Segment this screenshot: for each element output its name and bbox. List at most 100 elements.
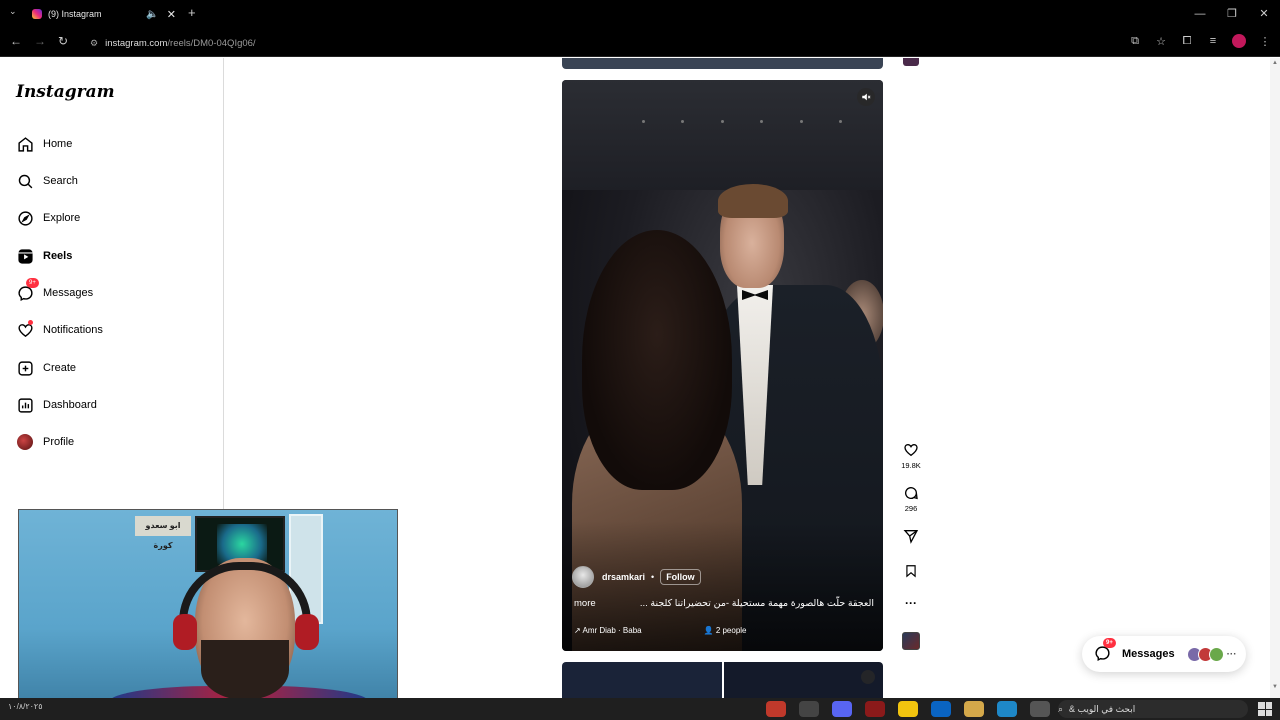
messages-pill-badge: 9+ (1103, 638, 1116, 648)
sidebar-item-explore[interactable]: Explore (16, 206, 80, 230)
scroll-up-arrow-icon[interactable]: ▲ (1272, 60, 1278, 66)
sidebar-item-label: Profile (43, 436, 75, 448)
audio-thumbnail[interactable] (902, 632, 920, 650)
browser-menu-icon[interactable]: ⋮ (1258, 35, 1272, 48)
audio-link[interactable]: ↗ Amr Diab · Baba (574, 626, 642, 635)
sidebar-item-messages[interactable]: 9+ Messages (16, 278, 94, 305)
heart-icon (16, 320, 34, 339)
minimize-icon[interactable]: — (1184, 0, 1216, 28)
person-icon: 👤 (703, 626, 716, 635)
tagged-people[interactable]: 👤 2 people (704, 626, 747, 635)
url-host: instagram.com (105, 37, 168, 49)
send-icon (903, 530, 919, 544)
close-tab-icon[interactable]: ✕ (167, 8, 176, 21)
heart-icon (904, 443, 918, 457)
url-field[interactable]: ⚙ instagram.com/reels/DM0-04QIg06/ (90, 34, 256, 52)
sidebar-item-label: Reels (43, 250, 73, 262)
taskbar-app-icon[interactable] (799, 701, 819, 717)
bookmark-icon (906, 565, 916, 578)
forward-icon[interactable]: → (34, 34, 46, 48)
outlook-icon[interactable] (931, 701, 951, 717)
close-window-icon[interactable]: ✕ (1248, 0, 1280, 28)
comment-button[interactable]: 296 (900, 485, 922, 513)
taskbar-app-icon[interactable] (865, 701, 885, 717)
search-icon (16, 172, 34, 190)
mute-button[interactable] (857, 88, 875, 106)
sidebar-item-label: Search (43, 175, 78, 187)
reel-person-hair-long (582, 230, 732, 490)
sidebar-item-label: Dashboard (43, 399, 97, 411)
speaker-muted-icon (862, 93, 871, 101)
restore-icon[interactable]: ❐ (1216, 0, 1248, 28)
new-tab-button[interactable]: + (188, 5, 196, 20)
sidebar-item-search[interactable]: Search (16, 169, 78, 193)
reel-meta: ↗ Amr Diab · Baba 👤 2 people (574, 626, 747, 635)
install-app-icon[interactable]: ⧉ (1128, 35, 1142, 48)
taskbar-search[interactable]: ابحث في الويب & ⌕ (1058, 700, 1248, 718)
sidebar-item-label: Messages (43, 287, 94, 299)
back-icon[interactable]: ← (10, 34, 22, 48)
sidebar-item-profile[interactable]: Profile (16, 430, 74, 454)
like-count: 19.8K (901, 461, 921, 470)
avatar (1208, 646, 1224, 662)
next-reel-preview-right[interactable] (724, 662, 883, 698)
reload-icon[interactable]: ↻ (58, 34, 68, 48)
more-options-icon[interactable]: ··· (900, 596, 922, 610)
messages-pill-more: ··· (1226, 648, 1237, 660)
plus-square-icon (16, 359, 34, 377)
author-avatar[interactable] (572, 566, 594, 588)
instagram-logo[interactable]: Instagram (16, 82, 115, 102)
reel-author-row: drsamkari • Follow (572, 566, 701, 588)
comment-icon (905, 487, 918, 500)
site-info-icon[interactable]: ⚙ (90, 38, 98, 49)
like-button[interactable]: 19.8K (900, 442, 922, 470)
browser-profile-avatar[interactable] (1232, 34, 1246, 48)
webcam-poster: ابو سعدو كورة (135, 516, 191, 550)
share-button[interactable] (900, 528, 922, 547)
bookmark-star-icon[interactable]: ☆ (1154, 35, 1168, 48)
comment-count: 296 (904, 504, 918, 513)
reel-video[interactable]: drsamkari • Follow more العجقة حلّت هالص… (562, 80, 883, 651)
home-icon (16, 135, 34, 153)
sidebar-item-label: Notifications (43, 324, 103, 336)
messenger-icon: 9+ (1094, 638, 1116, 663)
task-view-icon[interactable] (1030, 701, 1050, 717)
reel-caption[interactable]: more العجقة حلّت هالصورة مهمة مستحيلة -م… (574, 598, 874, 609)
browser-toolbar: ⧉ ☆ ⧠ ≡ ⋮ (1128, 34, 1272, 48)
windows-start-icon[interactable] (1258, 702, 1272, 716)
webcam-headset-ear-right (295, 614, 319, 650)
browser-tab-bar: ⌄ (9) Instagram 🔈 ✕ + — ❐ ✕ (0, 0, 1280, 28)
messages-pill-label: Messages (1122, 648, 1175, 660)
discord-icon[interactable] (832, 701, 852, 717)
sidebar-item-notifications[interactable]: Notifications (16, 318, 103, 342)
messages-pill[interactable]: 9+ Messages ··· (1082, 636, 1246, 672)
tab-search-chevron-icon[interactable]: ⌄ (9, 6, 17, 17)
notification-dot (28, 320, 33, 325)
browser-tab[interactable]: (9) Instagram 🔈 ✕ (22, 2, 182, 26)
next-reel-preview[interactable] (562, 662, 722, 698)
sidebar-item-create[interactable]: Create (16, 356, 76, 380)
edge-icon[interactable] (997, 701, 1017, 717)
extensions-icon[interactable]: ⧠ (1180, 35, 1194, 48)
media-controls-icon[interactable]: ≡ (1206, 35, 1220, 47)
search-icon: ⌕ (1058, 703, 1064, 714)
previous-reel[interactable] (562, 58, 883, 69)
sidebar-item-home[interactable]: Home (16, 132, 72, 156)
caption-more-link[interactable]: more (574, 598, 596, 609)
store-icon[interactable] (964, 701, 984, 717)
taskbar-app-icon[interactable] (766, 701, 786, 717)
scroll-down-arrow-icon[interactable]: ▼ (1272, 684, 1278, 690)
tagged-count: 2 people (715, 626, 747, 635)
follow-button[interactable]: Follow (660, 569, 701, 585)
previous-reel-audio-thumb[interactable] (903, 58, 919, 66)
address-bar: ← → ↻ ⚙ instagram.com/reels/DM0-04QIg06/… (0, 28, 1280, 57)
scrollbar[interactable] (1270, 58, 1280, 698)
sidebar-item-reels[interactable]: Reels (16, 244, 72, 268)
speaker-icon[interactable]: 🔈 (146, 9, 158, 20)
chrome-icon[interactable] (898, 701, 918, 717)
profile-avatar (16, 433, 34, 451)
sidebar-item-dashboard[interactable]: Dashboard (16, 393, 97, 417)
save-button[interactable] (900, 563, 922, 582)
author-username[interactable]: drsamkari (602, 572, 645, 582)
next-reel-mute-icon[interactable] (861, 670, 875, 684)
